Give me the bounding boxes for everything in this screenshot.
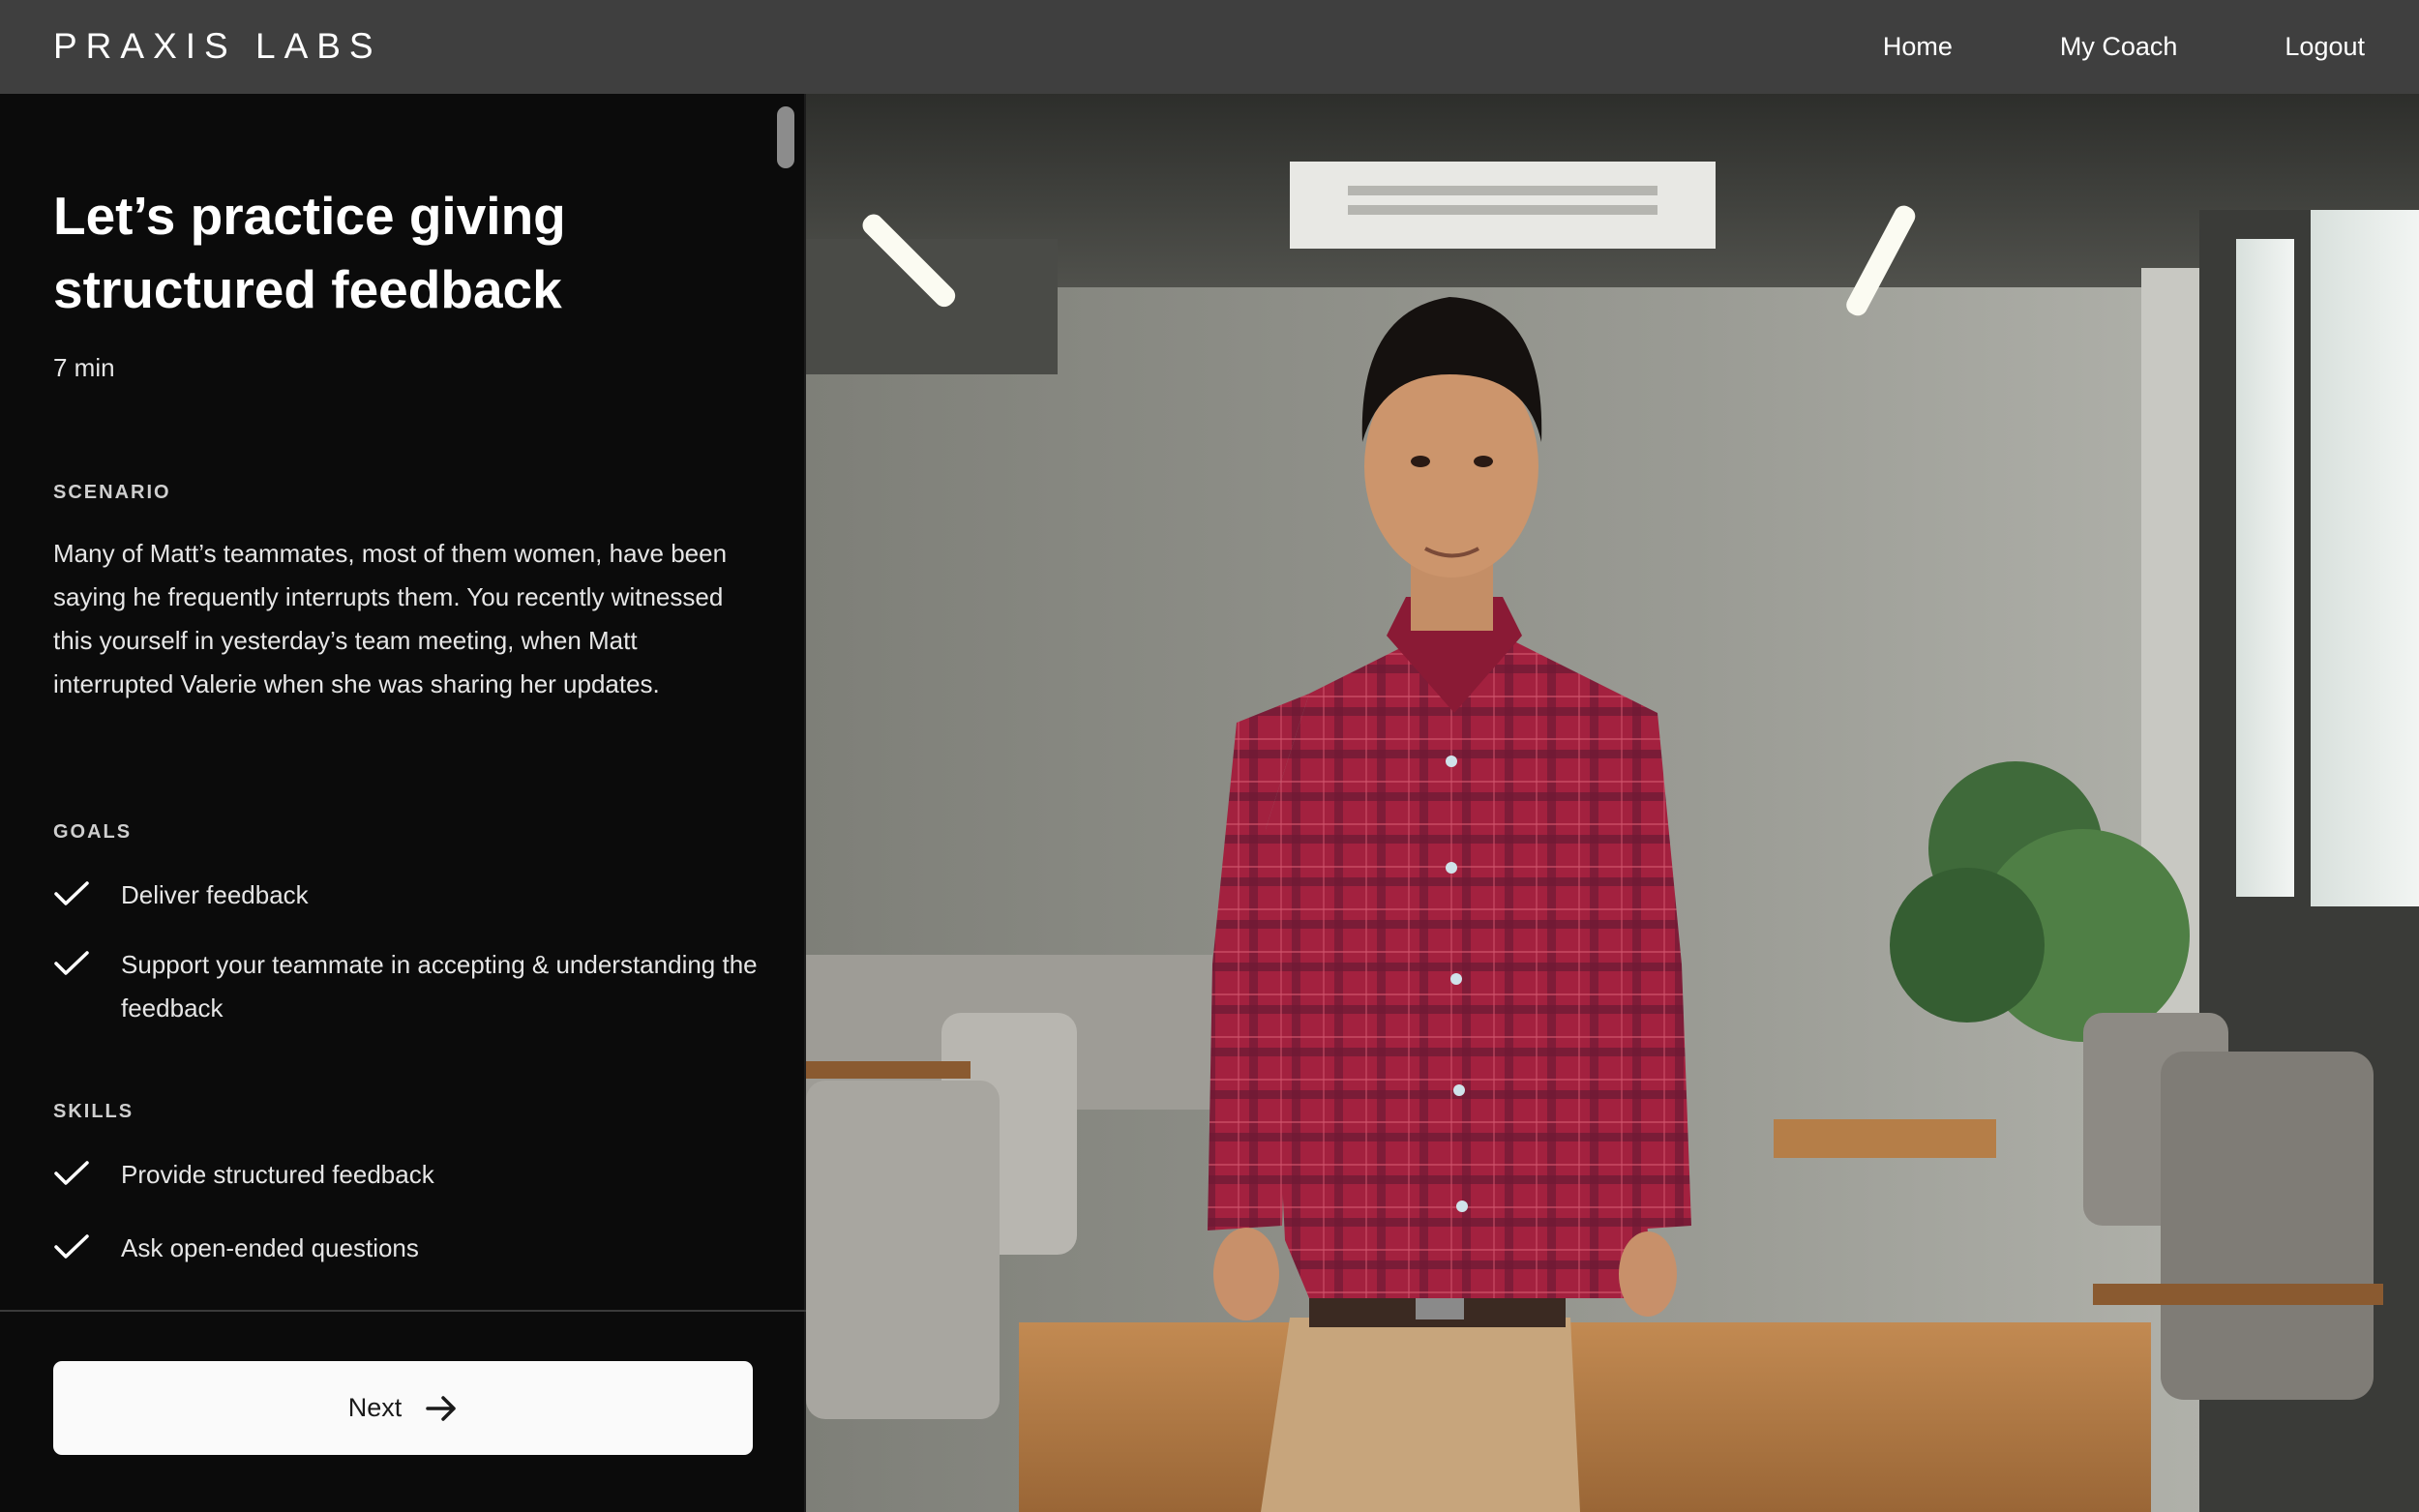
- skills-heading: SKILLS: [53, 1101, 134, 1122]
- skill-item: Ask open-ended questions: [53, 1227, 760, 1270]
- check-icon: [54, 951, 89, 975]
- scenario-text: Many of Matt’s teammates, most of them w…: [53, 539, 728, 698]
- lesson-duration: 7 min: [53, 353, 115, 382]
- nav-home-link[interactable]: Home: [1883, 32, 1953, 62]
- coach-character-photo: [806, 94, 2419, 1512]
- lesson-title: Let’s practice giving structured feedbac…: [53, 186, 566, 319]
- nav-my-coach-link[interactable]: My Coach: [2060, 32, 2178, 62]
- check-icon: [54, 1234, 89, 1259]
- skill-label: Ask open-ended questions: [121, 1233, 419, 1262]
- panel-footer: Next: [0, 1310, 806, 1512]
- nav-logout-link[interactable]: Logout: [2285, 32, 2365, 62]
- scenario-heading: SCENARIO: [53, 482, 171, 503]
- main-nav: Home My Coach Logout: [1883, 0, 2365, 94]
- goal-item: Deliver feedback: [53, 874, 760, 917]
- praxis-labs-logo[interactable]: PRAXIS LABS: [53, 27, 382, 66]
- goal-item: Support your teammate in accepting & und…: [53, 943, 760, 1030]
- next-button[interactable]: Next: [53, 1361, 753, 1455]
- office-scene-illustration: [806, 94, 2419, 1512]
- skill-item: Provide structured feedback: [53, 1153, 760, 1197]
- arrow-right-icon: [426, 1395, 457, 1421]
- scrollbar-thumb[interactable]: [777, 106, 794, 168]
- check-icon: [54, 881, 89, 905]
- next-button-label: Next: [347, 1393, 403, 1422]
- lesson-info-panel: Let’s practice giving structured feedbac…: [0, 94, 806, 1512]
- skill-label: Provide structured feedback: [121, 1160, 434, 1189]
- goal-label: Deliver feedback: [121, 880, 309, 909]
- top-navigation-bar: PRAXIS LABS Home My Coach Logout: [0, 0, 2419, 94]
- goal-label: Support your teammate in accepting & und…: [121, 950, 758, 1023]
- check-icon: [54, 1161, 89, 1185]
- goals-heading: GOALS: [53, 821, 133, 843]
